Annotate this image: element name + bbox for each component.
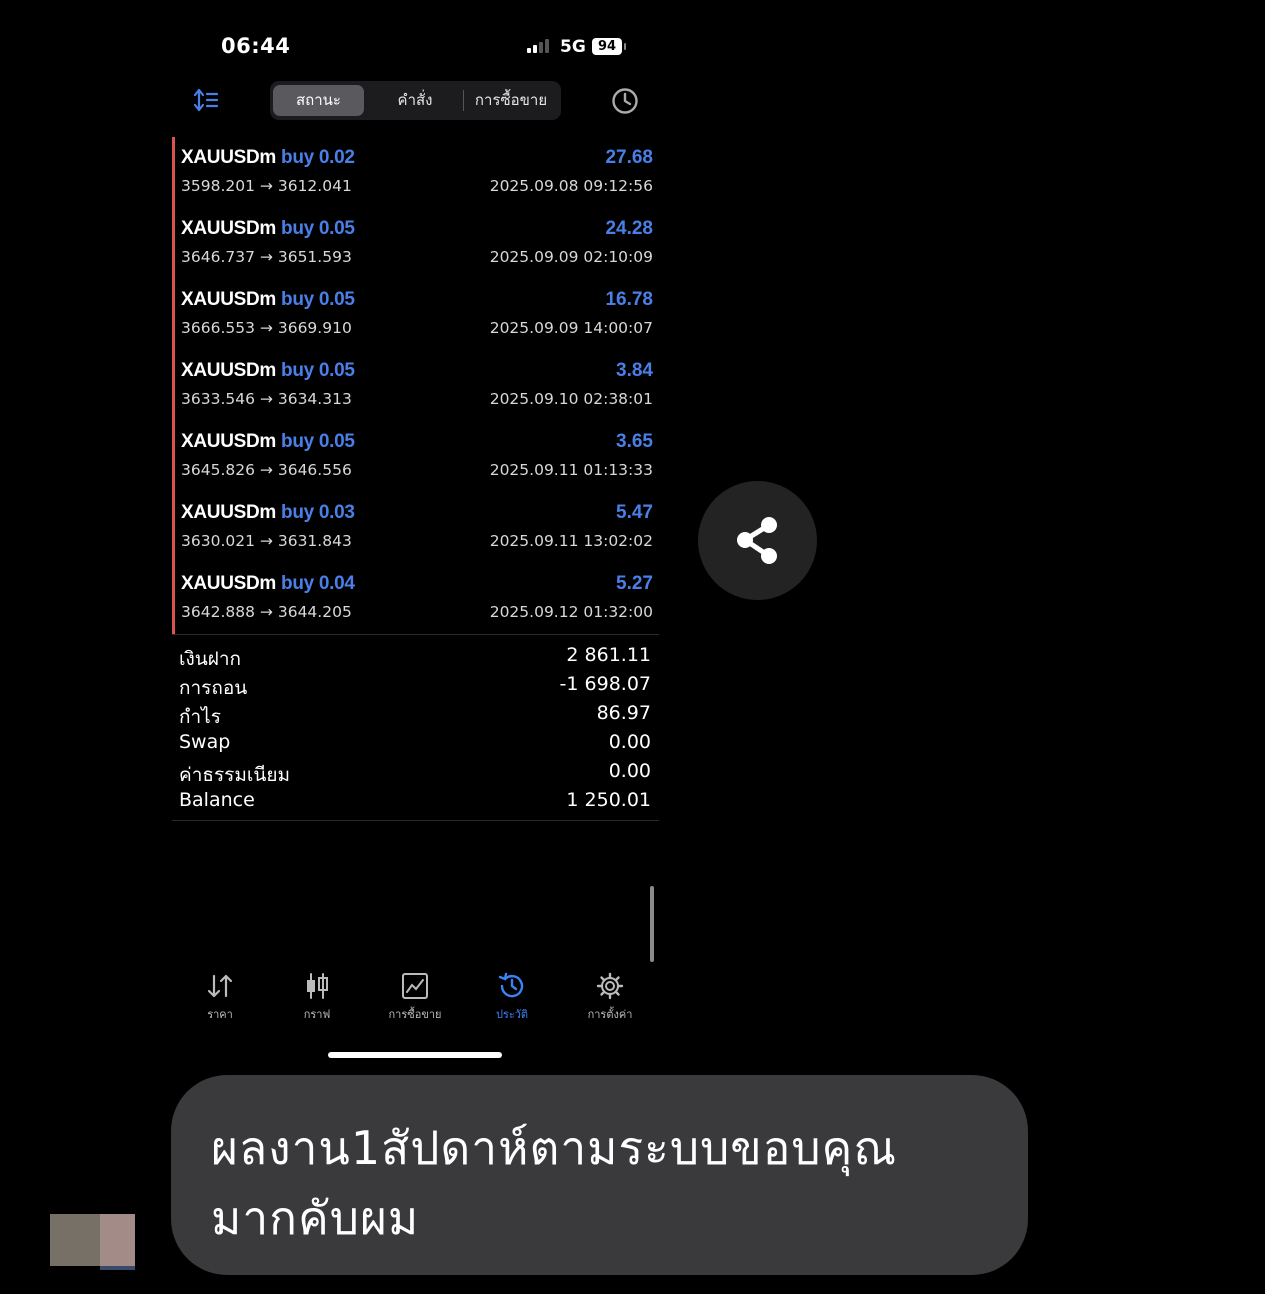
trade-profit: 5.27 [616, 573, 653, 594]
trade-profit: 16.78 [605, 289, 653, 310]
nav-trade[interactable]: การซื้อขาย [370, 972, 460, 1032]
network-label: 5G [560, 37, 586, 57]
list-item[interactable]: XAUUSDm buy 0.02 3598.201 → 3612.041 27.… [175, 137, 659, 208]
trade-time: 2025.09.11 01:13:33 [489, 461, 653, 479]
trade-profit: 27.68 [605, 147, 653, 168]
clock-icon[interactable] [611, 87, 639, 115]
trade-profit: 5.47 [616, 502, 653, 523]
trade-prices: 3646.737 → 3651.593 [181, 248, 352, 266]
trade-prices: 3666.553 → 3669.910 [181, 319, 352, 337]
trade-profit: 3.65 [616, 431, 653, 452]
list-item[interactable]: XAUUSDm buy 0.05 3666.553 → 3669.910 16.… [175, 279, 659, 350]
avatar [50, 1214, 100, 1266]
trade-symbol: XAUUSDm buy 0.05 [181, 360, 355, 381]
summary-commission: ค่าธรรมเนียม 0.00 [179, 760, 651, 786]
list-item[interactable]: XAUUSDm buy 0.05 3633.546 → 3634.313 3.8… [175, 350, 659, 421]
nav-label: กราฟ [303, 1008, 331, 1021]
nav-label: การตั้งค่า [587, 1008, 633, 1021]
nav-label: ประวัติ [495, 1008, 529, 1021]
trade-profit: 3.84 [616, 360, 653, 381]
segmented-control: สถานะ คำสั่ง การซื้อขาย [270, 81, 561, 120]
history-icon [498, 972, 524, 998]
share-icon [737, 517, 777, 564]
trade-list: XAUUSDm buy 0.02 3598.201 → 3612.041 27.… [172, 137, 659, 634]
summary-balance: Balance 1 250.01 [179, 789, 651, 811]
trade-symbol: XAUUSDm buy 0.03 [181, 502, 355, 523]
trade-time: 2025.09.09 02:10:09 [489, 248, 653, 266]
trade-prices: 3598.201 → 3612.041 [181, 177, 352, 195]
sort-icon[interactable] [193, 88, 219, 112]
nav-label: การซื้อขาย [388, 1008, 442, 1021]
trade-chart-icon [402, 973, 428, 999]
divider [172, 634, 659, 635]
nav-chart[interactable]: กราฟ [272, 972, 362, 1032]
status-time: 06:44 [221, 34, 291, 58]
nav-quotes[interactable]: ราคา [175, 972, 265, 1032]
trade-prices: 3645.826 → 3646.556 [181, 461, 352, 479]
tab-positions[interactable]: สถานะ [273, 85, 364, 116]
avatar [100, 1214, 135, 1270]
trade-time: 2025.09.10 02:38:01 [489, 390, 653, 408]
summary-deposit: เงินฝาก 2 861.11 [179, 644, 651, 670]
list-item[interactable]: XAUUSDm buy 0.05 3645.826 → 3646.556 3.6… [175, 421, 659, 492]
trade-prices: 3633.546 → 3634.313 [181, 390, 352, 408]
summary-withdrawal: การถอน -1 698.07 [179, 673, 651, 699]
list-item[interactable]: XAUUSDm buy 0.04 3642.888 → 3644.205 5.2… [175, 563, 659, 634]
nav-label: ราคา [207, 1008, 233, 1021]
trade-symbol: XAUUSDm buy 0.05 [181, 289, 355, 310]
list-item[interactable]: XAUUSDm buy 0.03 3630.021 → 3631.843 5.4… [175, 492, 659, 563]
tab-divider [463, 90, 464, 111]
tab-orders[interactable]: คำสั่ง [367, 85, 463, 116]
signal-icon [527, 39, 553, 53]
candlestick-icon [307, 973, 328, 999]
list-item[interactable]: XAUUSDm buy 0.05 3646.737 → 3651.593 24.… [175, 208, 659, 279]
tab-deals[interactable]: การซื้อขาย [465, 85, 557, 116]
trade-time: 2025.09.12 01:32:00 [489, 603, 653, 621]
trade-symbol: XAUUSDm buy 0.05 [181, 431, 355, 452]
nav-settings[interactable]: การตั้งค่า [565, 972, 655, 1032]
trade-prices: 3642.888 → 3644.205 [181, 603, 352, 621]
home-indicator[interactable] [328, 1052, 502, 1058]
trade-time: 2025.09.11 13:02:02 [489, 532, 653, 550]
summary-profit: กำไร 86.97 [179, 702, 651, 728]
scrollbar[interactable] [650, 886, 654, 962]
arrows-updown-icon [207, 974, 233, 998]
trade-prices: 3630.021 → 3631.843 [181, 532, 352, 550]
chat-bubble: ผลงาน1สัปดาห์ตามระบบขอบคุณ มากคับผม [171, 1075, 1028, 1275]
battery-icon: 94 [592, 38, 626, 55]
trade-profit: 24.28 [605, 218, 653, 239]
share-button[interactable] [698, 481, 817, 600]
trade-time: 2025.09.09 14:00:07 [489, 319, 653, 337]
chat-message: ผลงาน1สัปดาห์ตามระบบขอบคุณ มากคับผม [211, 1121, 898, 1245]
summary-swap: Swap 0.00 [179, 731, 651, 753]
trade-symbol: XAUUSDm buy 0.02 [181, 147, 355, 168]
trade-time: 2025.09.08 09:12:56 [489, 177, 653, 195]
gear-icon [596, 972, 624, 1000]
trade-symbol: XAUUSDm buy 0.05 [181, 218, 355, 239]
divider [172, 820, 659, 821]
trade-symbol: XAUUSDm buy 0.04 [181, 573, 355, 594]
nav-history[interactable]: ประวัติ [467, 972, 557, 1032]
